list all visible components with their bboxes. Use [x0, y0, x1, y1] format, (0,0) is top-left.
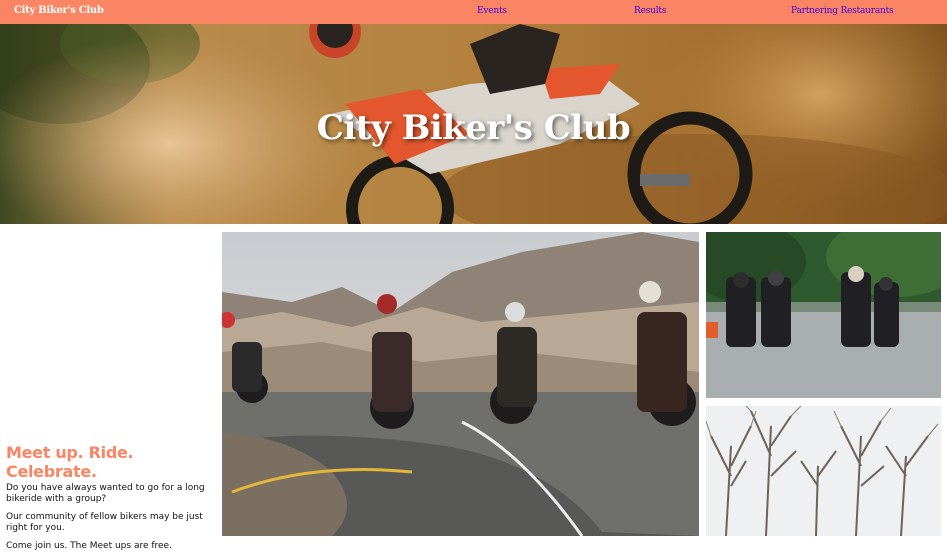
intro-section: Meet up. Ride. Celebrate. Do you have al… [6, 443, 218, 559]
hero-title: City Biker's Club [316, 108, 631, 148]
nav-link-events[interactable]: Events [477, 6, 507, 16]
mountain-riders-photo [222, 232, 699, 536]
nav-link-results[interactable]: Results [634, 6, 666, 16]
intro-paragraph: Come join us. The Meet ups are free. [6, 541, 172, 551]
nav-link-partnering-restaurants[interactable]: Partnering Restaurants [791, 6, 894, 16]
top-nav-bar: City Biker's Club Events Results Partner… [0, 0, 947, 24]
hero-banner: City Biker's Club [0, 24, 947, 224]
brand-link[interactable]: City Biker's Club [14, 5, 104, 16]
road-riders-photo [706, 232, 941, 398]
bare-trees-photo [706, 406, 941, 536]
intro-paragraph: Do you have always wanted to go for a lo… [6, 483, 205, 504]
intro-paragraph: Our community of fellow bikers may be ju… [6, 512, 203, 533]
intro-headline: Meet up. Ride. Celebrate. [6, 443, 134, 481]
